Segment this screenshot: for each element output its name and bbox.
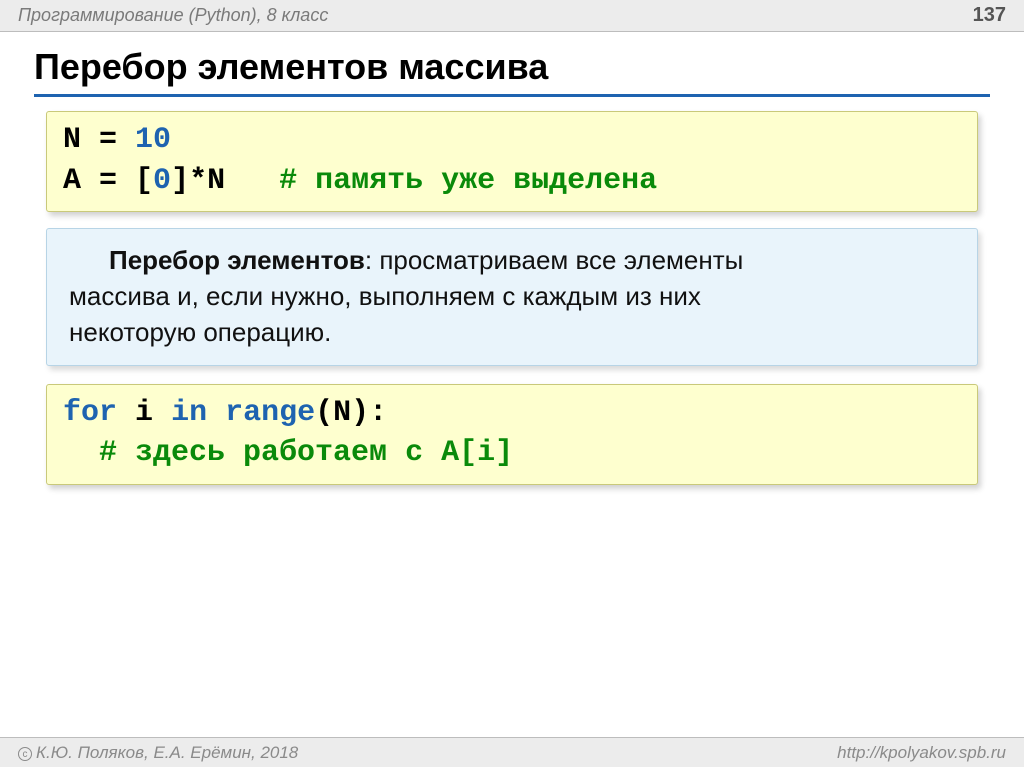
code-comment: # здесь работаем с A[i] — [99, 436, 513, 470]
page-number: 137 — [973, 4, 1006, 27]
header-bar: Программирование (Python), 8 класс 137 — [0, 0, 1024, 32]
code-token — [225, 164, 279, 198]
code-comment: # память уже выделена — [279, 164, 657, 198]
slide-content: Перебор элементов массива N = 10 A = [0]… — [0, 32, 1024, 485]
code-function: range — [225, 396, 315, 430]
definition-term: Перебор элементов — [109, 245, 365, 275]
code-token: ]*N — [171, 164, 225, 198]
code-token: N — [63, 123, 81, 157]
footer-bar: c К.Ю. Поляков, Е.А. Ерёмин, 2018 http://… — [0, 737, 1024, 767]
code-token — [153, 396, 171, 430]
code-token: 0 — [153, 164, 171, 198]
code-block-2: for i in range(N): # здесь работаем с A[… — [46, 384, 978, 485]
code-keyword: in — [171, 396, 207, 430]
definition-text: просматриваем все элементы — [379, 245, 743, 275]
code-token — [117, 396, 135, 430]
code-token — [207, 396, 225, 430]
code-token: 10 — [135, 123, 171, 157]
code-token: [ — [135, 164, 153, 198]
footer-authors-text: К.Ю. Поляков, Е.А. Ерёмин, 2018 — [36, 743, 298, 762]
definition-box: Перебор элементов: просматриваем все эле… — [46, 228, 978, 366]
code-token: = — [81, 123, 135, 157]
code-block-1: N = 10 A = [0]*N # память уже выделена — [46, 111, 978, 212]
definition-text: массива и, если нужно, выполняем с кажды… — [69, 279, 955, 315]
code-token: ): — [351, 396, 387, 430]
code-token: N — [333, 396, 351, 430]
code-token: i — [135, 396, 153, 430]
slide-title: Перебор элементов массива — [34, 46, 990, 97]
code-token: ( — [315, 396, 333, 430]
code-token — [63, 436, 99, 470]
footer-url: http://kpolyakov.spb.ru — [837, 743, 1006, 763]
course-title: Программирование (Python), 8 класс — [18, 5, 328, 26]
code-token: = — [81, 164, 135, 198]
copyright-icon: c — [18, 747, 32, 761]
footer-authors: c К.Ю. Поляков, Е.А. Ерёмин, 2018 — [18, 743, 298, 763]
definition-text: : — [365, 245, 379, 275]
code-token: A — [63, 164, 81, 198]
code-keyword: for — [63, 396, 117, 430]
definition-text: некоторую операцию. — [69, 315, 955, 351]
